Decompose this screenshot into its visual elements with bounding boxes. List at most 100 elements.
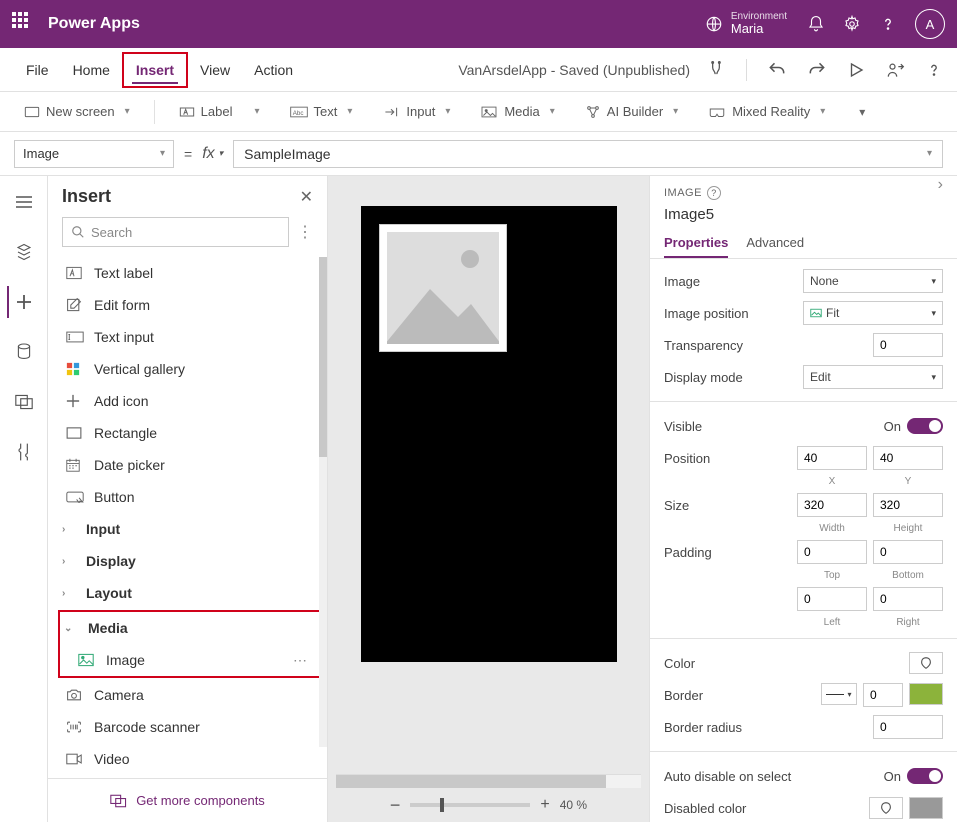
undo-icon[interactable] (767, 60, 787, 80)
menu-file[interactable]: File (14, 54, 61, 86)
tree-edit-form[interactable]: Edit form (48, 289, 327, 321)
tree-button[interactable]: Button (48, 481, 327, 513)
media-rail-icon[interactable] (8, 386, 40, 418)
tree-text-label[interactable]: Text label (48, 257, 327, 289)
prop-image-position-select[interactable]: Fit ▾ (803, 301, 943, 325)
prop-pad-right-input[interactable] (873, 587, 943, 611)
prop-image-label: Image (664, 274, 803, 289)
prop-visible-value: On (884, 419, 901, 434)
help-menubar-icon[interactable] (925, 61, 943, 79)
input-icon (382, 105, 400, 119)
prop-width-input[interactable] (797, 493, 867, 517)
prop-border-color-swatch[interactable] (909, 683, 943, 705)
prop-border-style[interactable]: ▾ (821, 683, 857, 705)
screen-icon (24, 105, 40, 119)
tree-group-media[interactable]: ⌄Media (60, 612, 323, 644)
tree-scrollbar[interactable] (319, 257, 327, 747)
prop-display-mode-select[interactable]: Edit▾ (803, 365, 943, 389)
tree-rectangle[interactable]: Rectangle (48, 417, 327, 449)
prop-x-input[interactable] (797, 446, 867, 470)
share-icon[interactable] (885, 60, 905, 80)
ribbon-media[interactable]: Media (470, 100, 564, 123)
advanced-tools-icon[interactable] (8, 436, 40, 468)
ribbon-mixed-reality[interactable]: Mixed Reality (698, 100, 835, 123)
tree-media-barcode[interactable]: Barcode scanner (48, 711, 327, 743)
prop-transparency-input[interactable] (873, 333, 943, 357)
preview-play-icon[interactable] (847, 61, 865, 79)
user-avatar[interactable]: A (915, 9, 945, 39)
menu-home[interactable]: Home (61, 54, 122, 86)
ribbon-overflow[interactable]: ▾ (849, 101, 875, 123)
app-checker-icon[interactable] (706, 60, 726, 80)
prop-auto-disable-value: On (884, 769, 901, 784)
image-item-more-icon[interactable]: ⋯ (293, 652, 309, 669)
menu-view[interactable]: View (188, 54, 242, 86)
app-canvas[interactable] (361, 206, 617, 662)
ribbon-text[interactable]: Abc Text (280, 100, 363, 123)
prop-pad-bottom-input[interactable] (873, 540, 943, 564)
hamburger-icon[interactable] (8, 186, 40, 218)
search-input[interactable]: Search (62, 217, 289, 247)
media-icon (480, 105, 498, 119)
tree-media-camera[interactable]: Camera (48, 679, 327, 711)
tree-vertical-gallery[interactable]: Vertical gallery (48, 353, 327, 385)
text-icon: Abc (290, 105, 308, 119)
notifications-icon[interactable] (807, 15, 825, 33)
insert-rail-icon[interactable] (7, 286, 39, 318)
prop-image-select[interactable]: None▾ (803, 269, 943, 293)
prop-auto-disable-toggle[interactable] (907, 768, 943, 784)
image-placeholder-icon (387, 232, 499, 344)
data-rail-icon[interactable] (8, 336, 40, 368)
prop-disabled-fill-color[interactable] (909, 797, 943, 819)
settings-gear-icon[interactable] (843, 15, 861, 33)
zoom-in-button[interactable]: + (540, 796, 549, 814)
ribbon-label[interactable]: Label ▾ (169, 100, 270, 123)
prop-border-radius-label: Border radius (664, 720, 873, 735)
prop-border-radius-input[interactable] (873, 715, 943, 739)
prop-color-swatch[interactable] (909, 652, 943, 674)
redo-icon[interactable] (807, 60, 827, 80)
control-name[interactable]: Image5 (664, 206, 943, 223)
label-icon (179, 105, 195, 119)
menu-insert[interactable]: Insert (122, 52, 188, 88)
expand-props-icon[interactable]: › (938, 176, 943, 194)
panel-more-icon[interactable]: ⋮ (297, 222, 313, 242)
prop-visible-toggle[interactable] (907, 418, 943, 434)
tree-view-icon[interactable] (8, 236, 40, 268)
ribbon-new-screen[interactable]: New screen (14, 100, 140, 123)
prop-border-width[interactable] (863, 683, 903, 707)
category-help-icon[interactable]: ? (707, 186, 721, 200)
menu-action[interactable]: Action (242, 54, 305, 86)
prop-pad-top-input[interactable] (797, 540, 867, 564)
tree-add-icon[interactable]: Add icon (48, 385, 327, 417)
property-selector[interactable]: Image ▾ (14, 140, 174, 168)
canvas-h-scrollbar[interactable] (336, 774, 641, 788)
formula-bar: Image ▾ = fx▾ SampleImage ▾ (0, 132, 957, 176)
prop-auto-disable-label: Auto disable on select (664, 769, 884, 784)
get-more-components[interactable]: Get more components (48, 778, 327, 822)
tab-properties[interactable]: Properties (664, 235, 728, 258)
help-icon[interactable] (879, 15, 897, 33)
zoom-slider[interactable] (410, 803, 530, 807)
formula-input[interactable]: SampleImage ▾ (233, 140, 943, 168)
tree-text-input[interactable]: Text input (48, 321, 327, 353)
tree-group-layout[interactable]: ›Layout (48, 577, 327, 609)
image-control[interactable] (379, 224, 507, 352)
close-panel-icon[interactable]: ✕ (300, 187, 313, 207)
ribbon-ai-builder[interactable]: AI Builder (575, 100, 688, 124)
prop-disabled-text-color[interactable] (869, 797, 903, 819)
tree-group-display[interactable]: ›Display (48, 545, 327, 577)
prop-pad-left-input[interactable] (797, 587, 867, 611)
tree-media-video[interactable]: Video (48, 743, 327, 775)
fx-button[interactable]: fx▾ (202, 145, 223, 163)
tree-group-input[interactable]: ›Input (48, 513, 327, 545)
prop-height-input[interactable] (873, 493, 943, 517)
zoom-out-button[interactable]: − (390, 795, 401, 816)
tab-advanced[interactable]: Advanced (746, 235, 804, 258)
prop-y-input[interactable] (873, 446, 943, 470)
environment-selector[interactable]: Environment Maria (705, 11, 787, 36)
tree-date-picker[interactable]: Date picker (48, 449, 327, 481)
ribbon-input[interactable]: Input (372, 100, 460, 123)
app-launcher-icon[interactable] (12, 12, 36, 36)
tree-media-image[interactable]: Image ⋯ (60, 644, 323, 676)
